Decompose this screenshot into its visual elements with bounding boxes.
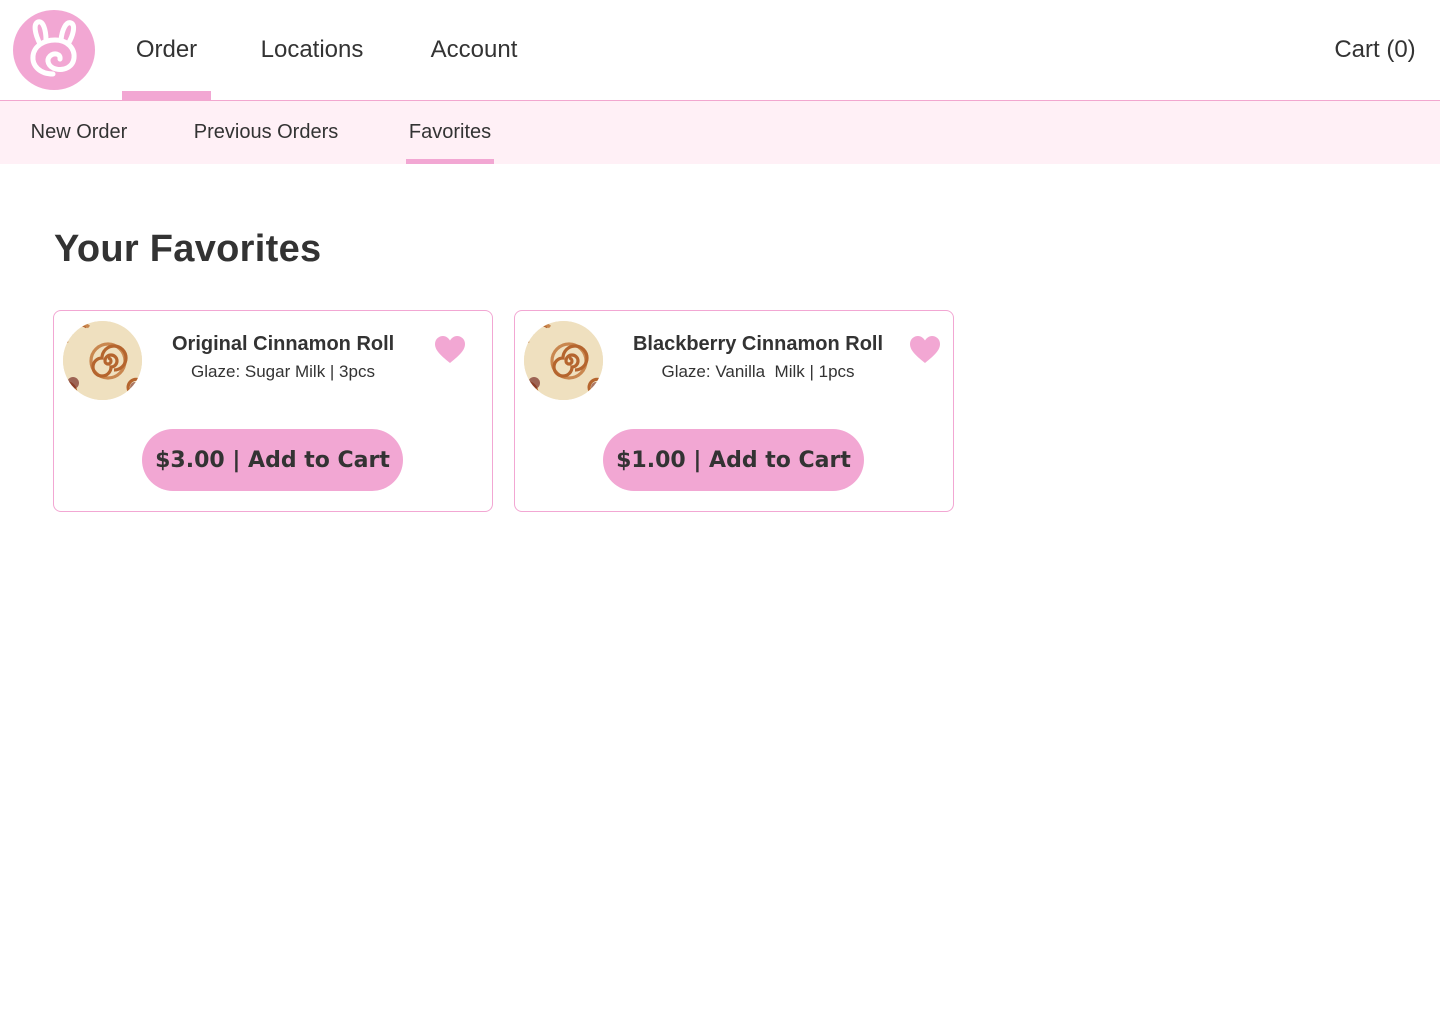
cinnamon-roll-image: [63, 321, 142, 400]
nav-active-indicator: [122, 91, 211, 100]
product-name: Original Cinnamon Roll: [172, 333, 395, 355]
bunny-swirl-icon[interactable]: [13, 10, 95, 90]
subnav-new-order[interactable]: New Order: [20, 101, 138, 164]
top-header: Order Locations Account Cart (0): [0, 0, 1440, 101]
favorite-card: Blackberry Cinnamon Roll Glaze: Vanilla …: [514, 310, 954, 512]
heart-icon[interactable]: [434, 335, 466, 365]
product-details: Glaze: Vanilla Milk | 1pcs: [661, 362, 855, 381]
sub-navigation: New Order Previous Orders Favorites: [0, 101, 1440, 164]
subnav-previous-orders[interactable]: Previous Orders: [186, 101, 346, 164]
nav-account[interactable]: Account: [420, 0, 528, 100]
subnav-favorites[interactable]: Favorites: [406, 101, 494, 164]
product-details: Glaze: Sugar Milk | 3pcs: [191, 362, 375, 381]
page-title: Your Favorites: [54, 228, 322, 270]
nav-order[interactable]: Order: [122, 0, 211, 100]
add-to-cart-button[interactable]: $3.00 | Add to Cart: [142, 429, 403, 491]
product-name: Blackberry Cinnamon Roll: [632, 333, 884, 355]
subnav-active-indicator: [406, 159, 494, 164]
cinnamon-roll-image: [524, 321, 603, 400]
add-to-cart-button[interactable]: $1.00 | Add to Cart: [603, 429, 864, 491]
favorite-card: Original Cinnamon Roll Glaze: Sugar Milk…: [53, 310, 493, 512]
nav-cart[interactable]: Cart (0): [1320, 0, 1430, 100]
heart-icon[interactable]: [909, 335, 941, 365]
nav-locations[interactable]: Locations: [250, 0, 374, 100]
